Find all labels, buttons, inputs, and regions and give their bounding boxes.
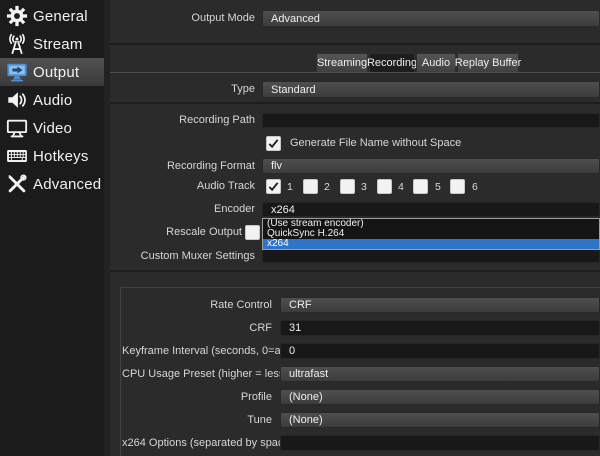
- tab-label: Recording: [366, 57, 418, 69]
- x264-options-label: x264 Options (separated by space): [122, 437, 294, 449]
- encoder-select[interactable]: x264: [262, 202, 600, 217]
- generate-filename-checkbox[interactable]: [266, 136, 281, 151]
- sidebar-item-output[interactable]: Output: [0, 58, 104, 86]
- sidebar-item-label: General: [33, 7, 88, 25]
- type-value: Standard: [271, 83, 316, 96]
- recording-format-value: flv: [271, 160, 282, 172]
- rate-control-label: Rate Control: [210, 299, 272, 311]
- cpu-usage-preset-value: ultrafast: [289, 368, 329, 380]
- audio-track-4-label: 4: [398, 181, 404, 193]
- tab-label: Streaming: [316, 57, 368, 69]
- custom-muxer-label: Custom Muxer Settings: [140, 250, 255, 262]
- sidebar-item-label: Hotkeys: [33, 147, 89, 165]
- audio-track-1-label: 1: [287, 181, 293, 193]
- recording-format-select[interactable]: flv: [262, 158, 600, 174]
- audio-track-3-label: 3: [361, 181, 367, 193]
- profile-value: (None): [289, 391, 323, 403]
- sidebar-item-video[interactable]: Video: [0, 114, 104, 142]
- gear-icon: [5, 4, 29, 28]
- encoder-label: Encoder: [214, 203, 255, 215]
- crf-input[interactable]: 31: [280, 320, 600, 336]
- tab-recording[interactable]: Recording: [366, 53, 418, 72]
- tune-select[interactable]: (None): [280, 412, 600, 428]
- tab-audio[interactable]: Audio: [416, 53, 456, 72]
- type-select[interactable]: Standard: [262, 81, 600, 98]
- recording-path-label: Recording Path: [179, 114, 255, 126]
- crf-value: 31: [289, 322, 302, 334]
- tab-label: Audio: [421, 57, 451, 69]
- audio-track-6-checkbox[interactable]: [450, 179, 465, 194]
- generate-filename-label: Generate File Name without Space: [290, 137, 462, 149]
- tab-label: Replay Buffer: [454, 57, 522, 69]
- divider: [110, 43, 600, 45]
- tab-streaming[interactable]: Streaming: [316, 53, 368, 72]
- divider: [110, 270, 600, 272]
- sidebar-item-label: Audio: [33, 91, 73, 109]
- audio-track-2-label: 2: [324, 181, 330, 193]
- tune-value: (None): [289, 414, 323, 426]
- audio-track-6-label: 6: [472, 181, 478, 193]
- divider: [110, 102, 600, 104]
- audio-track-2-checkbox[interactable]: [303, 179, 318, 194]
- profile-label: Profile: [240, 391, 272, 403]
- sidebar-item-label: Advanced: [33, 175, 102, 193]
- audio-track-3-checkbox[interactable]: [340, 179, 355, 194]
- tune-label: Tune: [247, 414, 272, 426]
- encoder-value: x264: [271, 203, 295, 216]
- sidebar-item-label: Output: [33, 63, 80, 81]
- tab-replay-buffer[interactable]: Replay Buffer: [454, 53, 522, 72]
- audio-track-1-checkbox[interactable]: [266, 179, 281, 194]
- sidebar-item-hotkeys[interactable]: Hotkeys: [0, 142, 104, 170]
- sidebar-item-stream[interactable]: Stream: [0, 30, 104, 58]
- keyframe-interval-label: Keyframe Interval (seconds, 0=auto): [122, 345, 300, 357]
- keyframe-interval-input[interactable]: 0: [280, 343, 600, 359]
- encoder-dropdown-list: (Use stream encoder) QuickSync H.264 x26…: [262, 218, 600, 250]
- tools-icon: [5, 172, 29, 196]
- sidebar-item-audio[interactable]: Audio: [0, 86, 104, 114]
- x264-options-input[interactable]: [280, 435, 600, 451]
- broadcast-icon: [5, 32, 29, 56]
- output-monitor-icon: [5, 60, 29, 84]
- crf-label: CRF: [249, 322, 272, 334]
- check-icon: [268, 139, 279, 149]
- recording-format-label: Recording Format: [166, 160, 255, 172]
- output-mode-select[interactable]: Advanced: [262, 10, 600, 27]
- sidebar-item-label: Stream: [33, 35, 83, 53]
- encoder-option-quicksync[interactable]: QuickSync H.264: [263, 229, 599, 239]
- rescale-output-label: Rescale Output: [166, 226, 242, 238]
- audio-track-5-checkbox[interactable]: [413, 179, 428, 194]
- speaker-icon: [5, 88, 29, 112]
- profile-select[interactable]: (None): [280, 389, 600, 405]
- audio-track-4-checkbox[interactable]: [377, 179, 392, 194]
- sidebar-item-label: Video: [33, 119, 73, 137]
- cpu-usage-preset-select[interactable]: ultrafast: [280, 366, 600, 382]
- tab-pane-border: [110, 72, 600, 73]
- sidebar-item-general[interactable]: General: [0, 2, 104, 30]
- audio-track-5-label: 5: [435, 181, 441, 193]
- settings-sidebar: General Stream Output Audio Video Hotkey…: [0, 0, 104, 456]
- output-mode-label: Output Mode: [191, 12, 255, 24]
- cpu-usage-preset-label: CPU Usage Preset (higher = less CPU): [122, 368, 315, 380]
- encoder-option-x264[interactable]: x264: [263, 239, 599, 249]
- monitor-icon: [5, 116, 29, 140]
- obs-settings-window: General Stream Output Audio Video Hotkey…: [0, 0, 600, 456]
- recording-path-input[interactable]: [262, 113, 600, 128]
- output-mode-value: Advanced: [271, 12, 320, 25]
- rate-control-value: CRF: [289, 299, 312, 311]
- sidebar-item-advanced[interactable]: Advanced: [0, 170, 104, 198]
- check-icon: [268, 182, 279, 192]
- keyboard-icon: [5, 144, 29, 168]
- custom-muxer-input[interactable]: [262, 249, 600, 263]
- audio-track-label: Audio Track: [196, 180, 255, 192]
- rescale-output-checkbox[interactable]: [245, 225, 260, 240]
- keyframe-interval-value: 0: [289, 345, 296, 357]
- rate-control-select[interactable]: CRF: [280, 297, 600, 313]
- type-label: Type: [231, 83, 255, 95]
